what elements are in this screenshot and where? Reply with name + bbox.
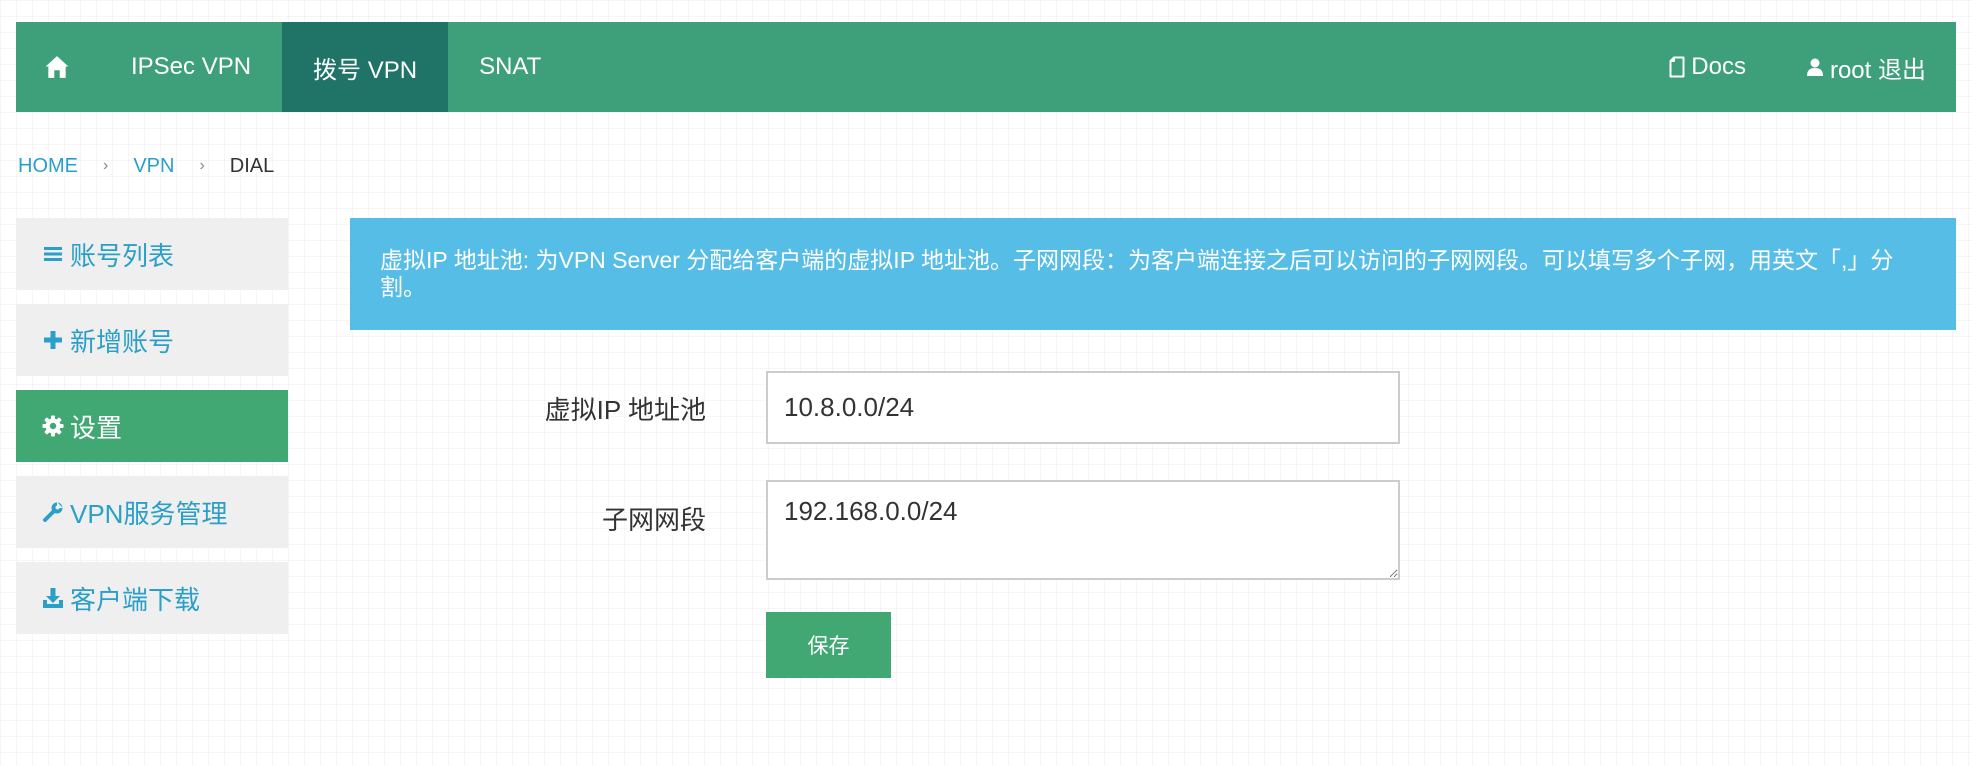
alert-text: 虚拟IP 地址池: 为VPN Server 分配给客户端的虚拟IP 地址池。子网… — [380, 247, 1894, 300]
download-icon — [42, 587, 64, 609]
logout-link[interactable]: root 退出 — [1776, 22, 1956, 112]
top-navbar: IPSec VPN 拨号 VPN SNAT Docs root 退出 — [16, 22, 1956, 112]
logout-label: root 退出 — [1829, 56, 1926, 84]
breadcrumb: HOME › VPN › DIAL — [18, 154, 274, 178]
sidebar-item-label: 新增账号 — [70, 326, 175, 357]
save-button[interactable]: 保存 — [766, 612, 891, 678]
sidebar-item-label: 客户端下载 — [70, 584, 201, 615]
docs-link[interactable]: Docs — [1639, 22, 1776, 112]
plus-icon — [42, 329, 64, 351]
ip-pool-input[interactable] — [766, 371, 1400, 444]
sidebar-item-label: 设置 — [70, 412, 123, 443]
nav-tab-snat[interactable]: SNAT — [448, 22, 572, 112]
sidebar-item-client-download[interactable]: 客户端下载 — [16, 562, 288, 634]
document-icon — [1669, 56, 1685, 78]
wrench-icon — [42, 501, 64, 523]
sidebar-item-label: 账号列表 — [70, 240, 175, 271]
sidebar-item-label: VPN服务管理 — [70, 498, 228, 529]
nav-tab-ipsec-vpn[interactable]: IPSec VPN — [100, 22, 282, 112]
subnet-textarea[interactable]: 192.168.0.0/24 — [766, 480, 1400, 580]
docs-label: Docs — [1691, 53, 1746, 80]
sidebar-item-vpn-service[interactable]: VPN服务管理 — [16, 476, 288, 548]
breadcrumb-current: DIAL — [229, 154, 275, 177]
user-icon — [1806, 58, 1823, 76]
nav-tab-dial-vpn[interactable]: 拨号 VPN — [282, 22, 449, 112]
info-alert: 虚拟IP 地址池: 为VPN Server 分配给客户端的虚拟IP 地址池。子网… — [350, 218, 1956, 330]
home-icon — [45, 56, 69, 78]
breadcrumb-home[interactable]: HOME — [18, 155, 78, 178]
sidebar-item-account-list[interactable]: 账号列表 — [16, 218, 288, 290]
nav-home[interactable] — [16, 22, 100, 112]
breadcrumb-vpn[interactable]: VPN — [133, 155, 174, 178]
subnet-label: 子网网段 — [601, 505, 706, 535]
pool-label: 虚拟IP 地址池 — [544, 395, 706, 425]
list-icon — [42, 243, 64, 265]
sidebar-item-add-account[interactable]: 新增账号 — [16, 304, 288, 376]
gear-icon — [42, 415, 64, 437]
sidebar: 账号列表 新增账号 设置 VPN服务管理 客户端下载 — [16, 218, 288, 648]
breadcrumb-separator: › — [103, 157, 109, 174]
breadcrumb-separator: › — [199, 157, 205, 174]
sidebar-item-settings[interactable]: 设置 — [16, 390, 288, 462]
